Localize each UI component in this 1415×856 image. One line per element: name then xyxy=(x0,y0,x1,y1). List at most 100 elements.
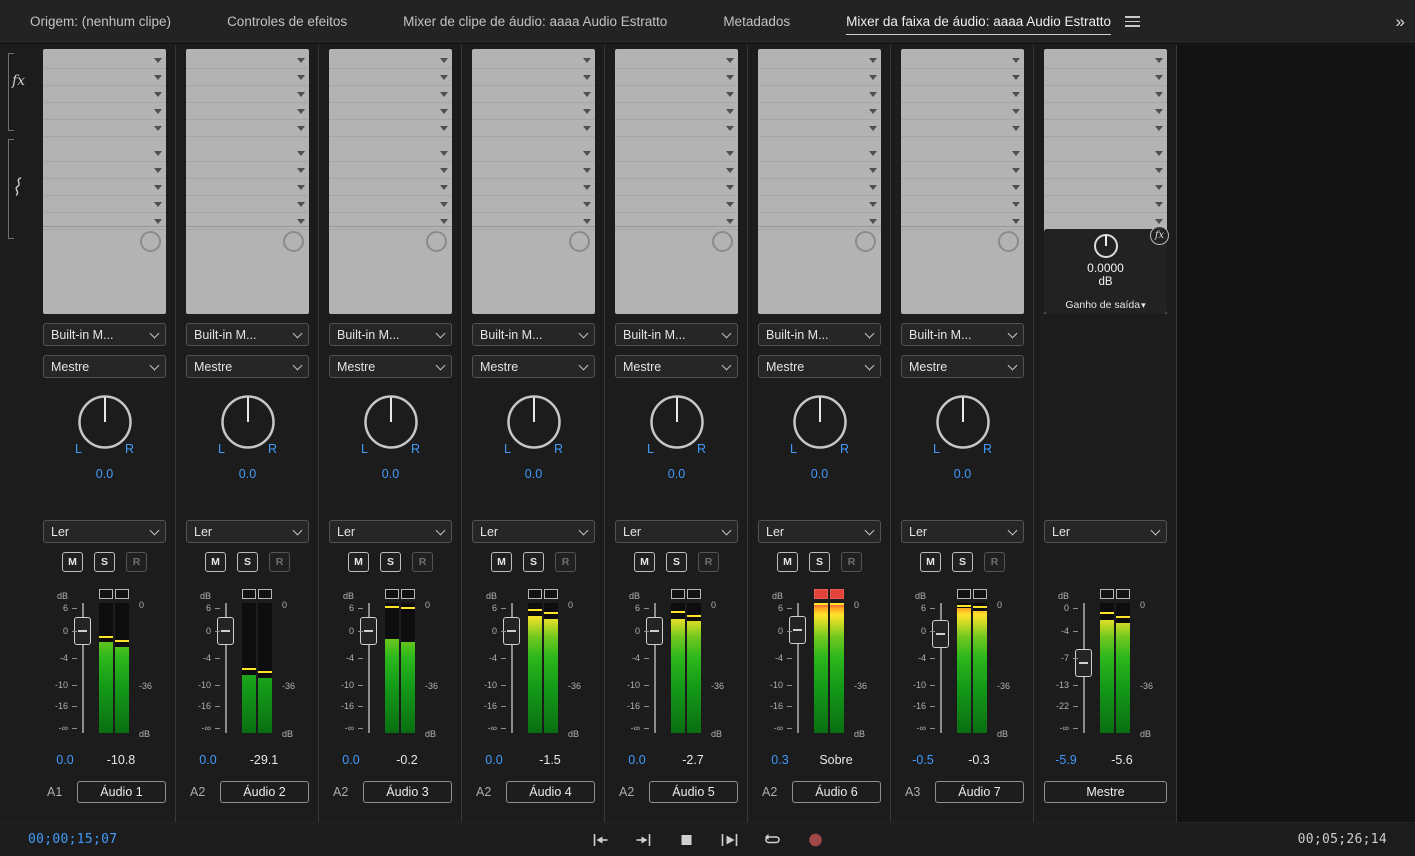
send-slot[interactable] xyxy=(43,196,166,213)
effect-slot[interactable] xyxy=(472,86,595,103)
panel-overflow-icon[interactable]: » xyxy=(1396,12,1405,32)
effect-slot[interactable] xyxy=(472,120,595,137)
loop-button[interactable] xyxy=(761,831,783,849)
fader-db-value[interactable]: 0.0 xyxy=(472,753,516,767)
slot-dropdown-icon[interactable] xyxy=(726,202,734,207)
effects-device-dropdown[interactable]: Built-in M... xyxy=(472,323,595,346)
clip-indicator-left[interactable] xyxy=(957,589,971,599)
effect-slot[interactable] xyxy=(615,120,738,137)
send-slot[interactable] xyxy=(615,196,738,213)
go-to-out-button[interactable] xyxy=(632,831,654,849)
slot-dropdown-icon[interactable] xyxy=(154,126,162,131)
slot-dropdown-icon[interactable] xyxy=(297,58,305,63)
mute-button[interactable]: M xyxy=(491,552,512,572)
effects-sends-panel[interactable]: 0.0000 dB Ganho de saída fx xyxy=(1044,49,1169,314)
slot-dropdown-icon[interactable] xyxy=(1012,126,1020,131)
effect-slot[interactable] xyxy=(615,103,738,120)
effect-slot[interactable] xyxy=(43,69,166,86)
slot-dropdown-icon[interactable] xyxy=(440,109,448,114)
clip-indicator-left[interactable] xyxy=(528,589,542,599)
effect-slot[interactable] xyxy=(43,120,166,137)
slot-dropdown-icon[interactable] xyxy=(297,202,305,207)
master-output-gain-module[interactable]: 0.0000 dB Ganho de saída fx xyxy=(1044,226,1169,314)
slot-dropdown-icon[interactable] xyxy=(154,58,162,63)
send-slot[interactable] xyxy=(329,179,452,196)
slot-dropdown-icon[interactable] xyxy=(583,109,591,114)
slot-dropdown-icon[interactable] xyxy=(154,202,162,207)
pan-value[interactable]: 0.0 xyxy=(43,467,166,481)
slot-dropdown-icon[interactable] xyxy=(583,58,591,63)
show-sends-icon[interactable] xyxy=(12,177,24,202)
mute-button[interactable]: M xyxy=(62,552,83,572)
slot-dropdown-icon[interactable] xyxy=(869,151,877,156)
automation-mode-dropdown[interactable]: Ler xyxy=(901,520,1024,543)
fader-db-value[interactable]: 0.0 xyxy=(329,753,373,767)
clip-indicator-left[interactable] xyxy=(99,589,113,599)
send-pan-knob-icon[interactable] xyxy=(998,231,1019,252)
go-to-in-button[interactable] xyxy=(589,831,611,849)
clip-indicator-right[interactable] xyxy=(258,589,272,599)
slot-dropdown-icon[interactable] xyxy=(1012,75,1020,80)
automation-mode-dropdown[interactable]: Ler xyxy=(472,520,595,543)
slot-dropdown-icon[interactable] xyxy=(869,126,877,131)
send-pan-knob-icon[interactable] xyxy=(140,231,161,252)
slot-dropdown-icon[interactable] xyxy=(297,75,305,80)
effect-slot[interactable] xyxy=(329,52,452,69)
track-name-button[interactable]: Áudio 1 xyxy=(77,781,166,803)
solo-button[interactable]: S xyxy=(523,552,544,572)
effects-sends-panel[interactable] xyxy=(43,49,166,314)
slot-dropdown-icon[interactable] xyxy=(1155,109,1163,114)
slot-dropdown-icon[interactable] xyxy=(1155,92,1163,97)
slot-dropdown-icon[interactable] xyxy=(1155,168,1163,173)
track-name-button[interactable]: Áudio 4 xyxy=(506,781,595,803)
slot-dropdown-icon[interactable] xyxy=(726,219,734,224)
slot-dropdown-icon[interactable] xyxy=(154,219,162,224)
send-slot[interactable] xyxy=(472,145,595,162)
track-name-button[interactable]: Áudio 3 xyxy=(363,781,452,803)
send-slot[interactable] xyxy=(186,179,309,196)
record-arm-button[interactable]: R xyxy=(984,552,1005,572)
solo-button[interactable]: S xyxy=(237,552,258,572)
send-slot[interactable] xyxy=(472,213,595,230)
send-slot[interactable] xyxy=(186,145,309,162)
output-gain-knob[interactable] xyxy=(1091,231,1121,261)
send-slot[interactable] xyxy=(472,179,595,196)
slot-dropdown-icon[interactable] xyxy=(154,92,162,97)
effects-device-dropdown[interactable]: Built-in M... xyxy=(615,323,738,346)
send-slot[interactable] xyxy=(758,145,881,162)
output-assignment-dropdown[interactable]: Mestre xyxy=(901,355,1024,378)
output-assignment-dropdown[interactable]: Mestre xyxy=(615,355,738,378)
effects-sends-panel[interactable] xyxy=(758,49,881,314)
slot-dropdown-icon[interactable] xyxy=(583,92,591,97)
effect-slot[interactable] xyxy=(329,86,452,103)
send-slot[interactable] xyxy=(901,162,1024,179)
tab-controles-de-efeitos[interactable]: Controles de efeitos xyxy=(227,0,347,43)
tab-mixer-da-faixa-de-udio-aaaa-audio-estrat[interactable]: Mixer da faixa de áudio: aaaa Audio Estr… xyxy=(846,0,1111,43)
slot-dropdown-icon[interactable] xyxy=(583,151,591,156)
output-gain-value[interactable]: 0.0000 xyxy=(1044,261,1167,275)
send-slot[interactable] xyxy=(329,196,452,213)
effects-device-dropdown[interactable]: Built-in M... xyxy=(329,323,452,346)
slot-dropdown-icon[interactable] xyxy=(1012,168,1020,173)
slot-dropdown-icon[interactable] xyxy=(726,168,734,173)
effects-sends-panel[interactable] xyxy=(329,49,452,314)
output-gain-label[interactable]: Ganho de saída xyxy=(1044,299,1167,311)
send-pan-knob-icon[interactable] xyxy=(569,231,590,252)
slot-dropdown-icon[interactable] xyxy=(869,109,877,114)
slot-dropdown-icon[interactable] xyxy=(440,168,448,173)
automation-mode-dropdown[interactable]: Ler xyxy=(1044,520,1167,543)
effects-sends-panel[interactable] xyxy=(901,49,1024,314)
slot-dropdown-icon[interactable] xyxy=(726,185,734,190)
clip-indicator-right[interactable] xyxy=(687,589,701,599)
effects-device-dropdown[interactable]: Built-in M... xyxy=(901,323,1024,346)
slot-dropdown-icon[interactable] xyxy=(726,151,734,156)
effect-slot[interactable] xyxy=(186,52,309,69)
slot-dropdown-icon[interactable] xyxy=(440,92,448,97)
clip-indicator-right[interactable] xyxy=(401,589,415,599)
slot-dropdown-icon[interactable] xyxy=(1155,151,1163,156)
slot-dropdown-icon[interactable] xyxy=(869,219,877,224)
send-slot[interactable] xyxy=(1044,179,1167,196)
slot-dropdown-icon[interactable] xyxy=(583,168,591,173)
effect-slot[interactable] xyxy=(901,86,1024,103)
send-slot[interactable] xyxy=(758,162,881,179)
